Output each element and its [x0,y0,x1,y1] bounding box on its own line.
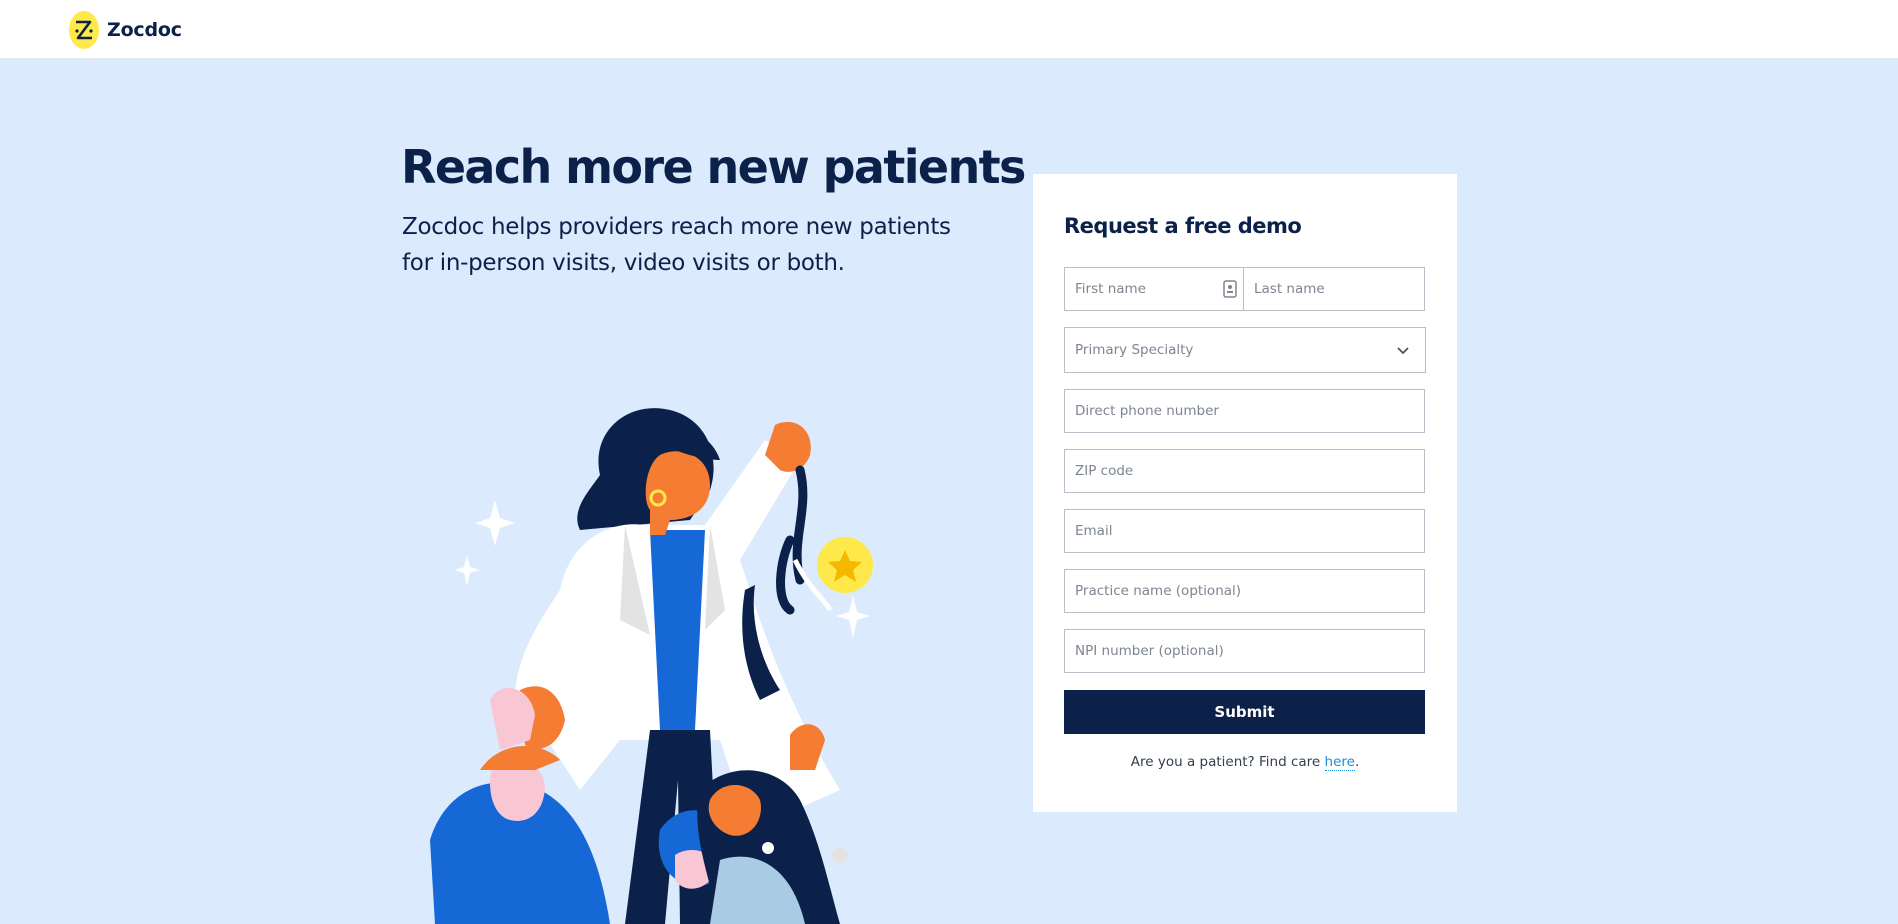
phone-field[interactable] [1064,389,1425,433]
zocdoc-logo-icon [68,10,100,50]
phone-input[interactable] [1075,390,1424,432]
specialty-placeholder: Primary Specialty [1075,342,1194,358]
first-name-input[interactable] [1075,268,1243,310]
last-name-field[interactable] [1244,267,1425,311]
submit-button[interactable]: Submit [1064,690,1425,734]
zip-field[interactable] [1064,449,1425,493]
email-input[interactable] [1075,510,1424,552]
hero-title: Reach more new patients [401,140,1026,194]
contact-card-icon[interactable] [1223,280,1237,298]
npi-number-field[interactable] [1064,629,1425,673]
form-title: Request a free demo [1064,214,1302,238]
practice-name-field[interactable] [1064,569,1425,613]
patient-prompt: Are you a patient? Find care [1130,754,1325,770]
zocdoc-logo-link[interactable]: Zocdoc [68,10,182,50]
demo-request-form: Request a free demo Primary Specialty [1033,174,1457,812]
chevron-down-icon [1395,342,1411,358]
last-name-input[interactable] [1254,268,1424,310]
email-field[interactable] [1064,509,1425,553]
patient-suffix: . [1354,754,1360,770]
patient-redirect-text: Are you a patient? Find care here. [1033,754,1457,771]
brand-name: Zocdoc [107,19,182,41]
primary-specialty-select[interactable]: Primary Specialty [1064,327,1426,373]
doctor-illustration [420,360,940,924]
main-content: Reach more new patients Zocdoc helps pro… [0,60,1898,924]
first-name-field[interactable] [1064,267,1244,311]
practice-name-input[interactable] [1075,570,1424,612]
zip-input[interactable] [1075,450,1424,492]
top-navigation-bar: Zocdoc [0,0,1898,59]
hero-subtitle: Zocdoc helps providers reach more new pa… [402,214,951,276]
npi-number-input[interactable] [1075,630,1424,672]
find-care-link[interactable]: here [1324,754,1355,771]
